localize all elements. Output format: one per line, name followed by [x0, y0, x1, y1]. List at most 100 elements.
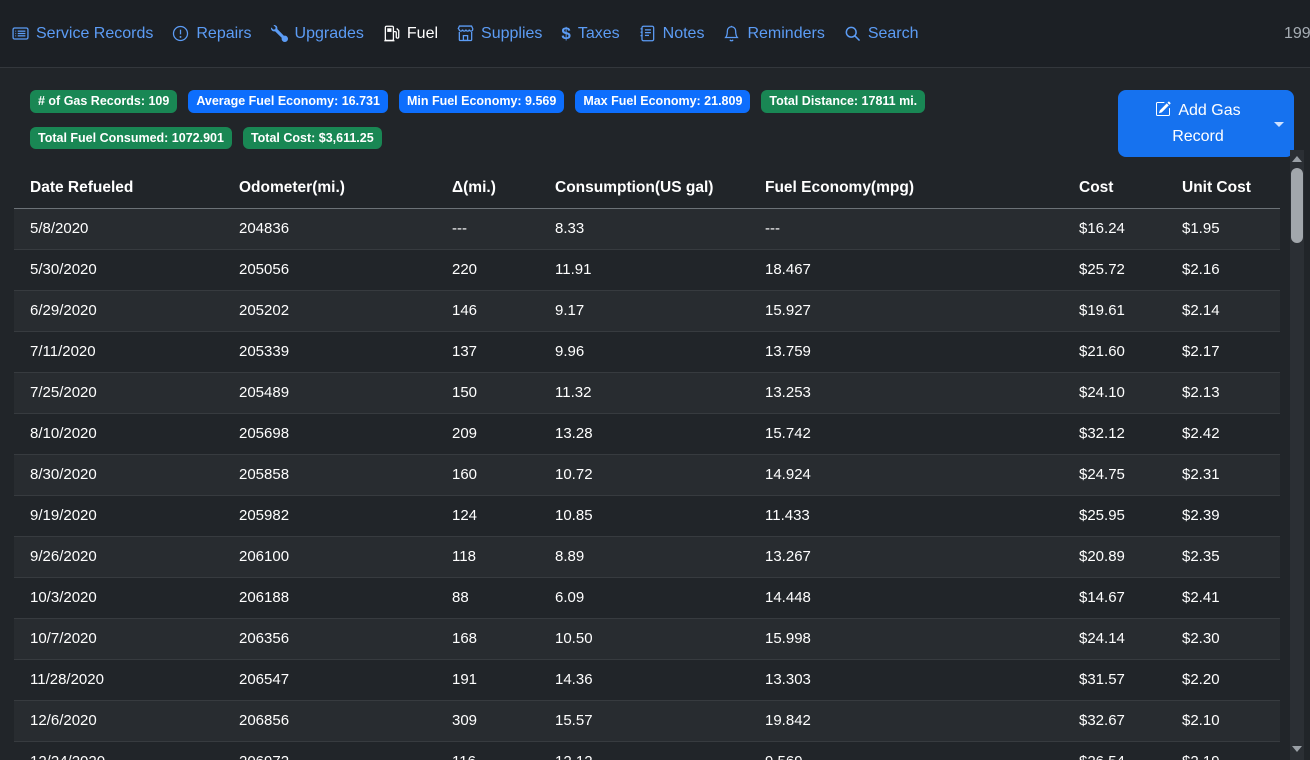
table-cell: 191 — [436, 659, 539, 700]
dollar-icon: $ — [561, 25, 570, 42]
table-row[interactable]: 10/3/2020206188886.0914.448$14.67$2.41 — [14, 577, 1280, 618]
table-cell: 13.303 — [749, 659, 1063, 700]
table-row[interactable]: 8/30/202020585816010.7214.924$24.75$2.31 — [14, 454, 1280, 495]
col-header-unit-cost[interactable]: Unit Cost — [1166, 168, 1280, 208]
table-cell: 146 — [436, 290, 539, 331]
gas-records-table: Date Refueled Odometer(mi.) Δ(mi.) Consu… — [14, 168, 1280, 760]
table-cell: 206100 — [223, 536, 436, 577]
summary-badges: # of Gas Records: 109 Average Fuel Econo… — [14, 90, 1118, 149]
total-cost-badge: Total Cost: $3,611.25 — [243, 127, 382, 150]
table-cell: 14.924 — [749, 454, 1063, 495]
table-cell: $32.67 — [1063, 700, 1166, 741]
table-row[interactable]: 10/7/202020635616810.5015.998$24.14$2.30 — [14, 618, 1280, 659]
table-cell: 7/25/2020 — [14, 372, 223, 413]
col-header-delta[interactable]: Δ(mi.) — [436, 168, 539, 208]
table-cell: $2.20 — [1166, 659, 1280, 700]
nav-label: Taxes — [578, 25, 620, 43]
vehicle-year-text: 199 — [1284, 0, 1310, 68]
table-cell: $2.13 — [1166, 372, 1280, 413]
nav-item-reminders[interactable]: Reminders — [723, 25, 824, 43]
nav-item-repairs[interactable]: Repairs — [172, 25, 251, 43]
nav-tabs: Service Records Repairs Upgrades Fuel — [12, 25, 919, 43]
table-cell: 204836 — [223, 208, 436, 249]
table-cell: 10.50 — [539, 618, 749, 659]
nav-label: Fuel — [407, 25, 438, 43]
table-cell: $32.12 — [1063, 413, 1166, 454]
table-cell: 9/19/2020 — [14, 495, 223, 536]
table-cell: 160 — [436, 454, 539, 495]
table-header-row: Date Refueled Odometer(mi.) Δ(mi.) Consu… — [14, 168, 1280, 208]
table-cell: 9.569 — [749, 741, 1063, 760]
table-cell: 205056 — [223, 249, 436, 290]
col-header-date-refueled[interactable]: Date Refueled — [14, 168, 223, 208]
scroll-up-arrow-icon[interactable] — [1292, 156, 1302, 162]
table-cell: 15.742 — [749, 413, 1063, 454]
table-row[interactable]: 6/29/20202052021469.1715.927$19.61$2.14 — [14, 290, 1280, 331]
table-row[interactable]: 9/26/20202061001188.8913.267$20.89$2.35 — [14, 536, 1280, 577]
table-cell: 205698 — [223, 413, 436, 454]
table-cell: 13.253 — [749, 372, 1063, 413]
table-cell: 12/24/2020 — [14, 741, 223, 760]
table-cell: $19.61 — [1063, 290, 1166, 331]
table-cell: 8/10/2020 — [14, 413, 223, 454]
table-cell: $14.67 — [1063, 577, 1166, 618]
table-cell: 14.36 — [539, 659, 749, 700]
table-row[interactable]: 12/24/202020697211612.129.569$26.54$2.19 — [14, 741, 1280, 760]
pencil-square-icon — [1155, 101, 1171, 117]
col-header-cost[interactable]: Cost — [1063, 168, 1166, 208]
nav-item-taxes[interactable]: $ Taxes — [561, 25, 619, 43]
col-header-odometer[interactable]: Odometer(mi.) — [223, 168, 436, 208]
table-cell: 11.433 — [749, 495, 1063, 536]
nav-item-supplies[interactable]: Supplies — [457, 25, 542, 43]
journal-icon — [639, 25, 656, 42]
table-cell: 206856 — [223, 700, 436, 741]
table-cell: 13.28 — [539, 413, 749, 454]
chevron-down-icon — [1274, 122, 1284, 127]
total-distance-badge: Total Distance: 17811 mi. — [761, 90, 925, 113]
col-header-consumption[interactable]: Consumption(US gal) — [539, 168, 749, 208]
table-cell: 9/26/2020 — [14, 536, 223, 577]
table-cell: 206972 — [223, 741, 436, 760]
table-row[interactable]: 5/8/2020204836---8.33---$16.24$1.95 — [14, 208, 1280, 249]
table-row[interactable]: 8/10/202020569820913.2815.742$32.12$2.42 — [14, 413, 1280, 454]
nav-label: Search — [868, 25, 919, 43]
fuel-tab-content: # of Gas Records: 109 Average Fuel Econo… — [0, 90, 1310, 760]
table-cell: 12.12 — [539, 741, 749, 760]
nav-item-service-records[interactable]: Service Records — [12, 25, 153, 43]
table-cell: 9.96 — [539, 331, 749, 372]
table-cell: $2.16 — [1166, 249, 1280, 290]
nav-item-notes[interactable]: Notes — [639, 25, 705, 43]
table-row[interactable]: 11/28/202020654719114.3613.303$31.57$2.2… — [14, 659, 1280, 700]
table-cell: $2.42 — [1166, 413, 1280, 454]
table-cell: $2.35 — [1166, 536, 1280, 577]
bell-icon — [723, 25, 740, 42]
col-header-fuel-economy[interactable]: Fuel Economy(mpg) — [749, 168, 1063, 208]
table-cell: 8.33 — [539, 208, 749, 249]
table-row[interactable]: 7/25/202020548915011.3213.253$24.10$2.13 — [14, 372, 1280, 413]
table-row[interactable]: 12/6/202020685630915.5719.842$32.67$2.10 — [14, 700, 1280, 741]
table-cell: 18.467 — [749, 249, 1063, 290]
add-gas-record-label: Add Gas Record — [1172, 102, 1240, 145]
table-row[interactable]: 5/30/202020505622011.9118.467$25.72$2.16 — [14, 249, 1280, 290]
scrollbar-thumb[interactable] — [1291, 168, 1303, 243]
table-row[interactable]: 7/11/20202053391379.9613.759$21.60$2.17 — [14, 331, 1280, 372]
table-cell: 8/30/2020 — [14, 454, 223, 495]
table-cell: 116 — [436, 741, 539, 760]
nav-item-fuel[interactable]: Fuel — [383, 25, 438, 43]
table-cell: 5/30/2020 — [14, 249, 223, 290]
table-cell: --- — [749, 208, 1063, 249]
table-row[interactable]: 9/19/202020598212410.8511.433$25.95$2.39 — [14, 495, 1280, 536]
table-cell: $26.54 — [1063, 741, 1166, 760]
add-gas-record-button[interactable]: Add Gas Record — [1118, 90, 1294, 157]
nav-item-search[interactable]: Search — [844, 25, 919, 43]
scroll-down-arrow-icon[interactable] — [1292, 746, 1302, 752]
table-cell: $20.89 — [1063, 536, 1166, 577]
table-cell: 206188 — [223, 577, 436, 618]
search-icon — [844, 25, 861, 42]
table-cell: $2.31 — [1166, 454, 1280, 495]
table-cell: 10.72 — [539, 454, 749, 495]
vertical-scrollbar[interactable] — [1290, 150, 1304, 760]
table-cell: 10.85 — [539, 495, 749, 536]
nav-item-upgrades[interactable]: Upgrades — [271, 25, 364, 43]
wrench-icon — [271, 25, 288, 42]
